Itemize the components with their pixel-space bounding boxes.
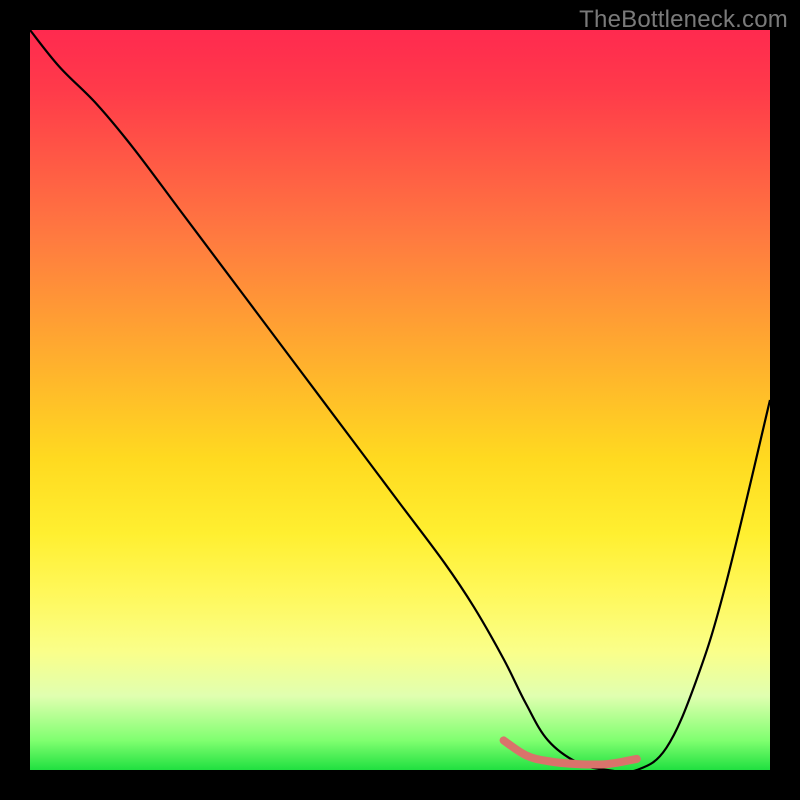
chart-plot-area bbox=[30, 30, 770, 770]
watermark-text: TheBottleneck.com bbox=[579, 6, 788, 34]
highlight-curve bbox=[30, 30, 770, 770]
